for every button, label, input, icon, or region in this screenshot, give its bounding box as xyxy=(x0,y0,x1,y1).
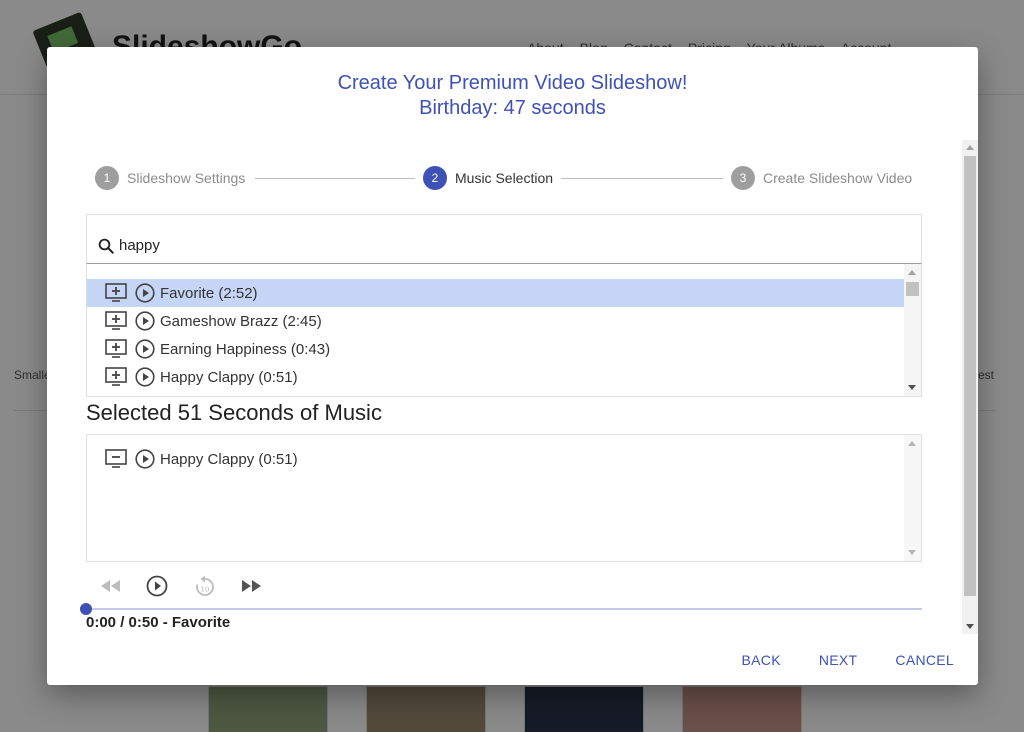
scrollbar-thumb[interactable] xyxy=(964,156,976,596)
step-connector xyxy=(561,178,723,179)
scroll-up-arrow-icon[interactable] xyxy=(908,441,916,446)
music-results-list: Favorite (2:52) Gameshow Brazz (2:45) Ea… xyxy=(86,264,922,397)
add-to-selection-icon[interactable] xyxy=(105,367,127,387)
play-preview-icon[interactable] xyxy=(135,367,155,387)
play-circle-icon xyxy=(146,575,168,597)
step-create-slideshow-video[interactable]: 3 Create Slideshow Video xyxy=(731,166,912,190)
rewind-button[interactable] xyxy=(99,574,123,598)
add-to-selection-icon[interactable] xyxy=(105,283,127,303)
play-preview-icon[interactable] xyxy=(135,311,155,331)
track-name: Happy Clappy (0:51) xyxy=(160,368,298,386)
step-label: Music Selection xyxy=(455,170,554,186)
dialog-actions: BACK NEXT CANCEL xyxy=(712,650,962,670)
list-item[interactable]: Happy Clappy (0:51) xyxy=(87,445,905,473)
list-item[interactable]: Favorite (2:52) xyxy=(87,279,905,307)
add-to-selection-icon[interactable] xyxy=(105,339,127,359)
play-preview-icon[interactable] xyxy=(135,283,155,303)
selected-list-scrollbar[interactable] xyxy=(904,435,921,561)
step-label: Create Slideshow Video xyxy=(763,170,913,186)
slideshow-dialog: Create Your Premium Video Slideshow! Bir… xyxy=(47,47,978,685)
back-button[interactable]: BACK xyxy=(734,650,789,670)
step-number: 2 xyxy=(423,166,447,190)
cancel-button[interactable]: CANCEL xyxy=(887,650,962,670)
replay-10-icon: 10 xyxy=(196,575,214,596)
step-label: Slideshow Settings xyxy=(127,170,246,186)
list-item[interactable]: Earning Happiness (0:43) xyxy=(87,335,905,363)
selected-music-list: Happy Clappy (0:51) xyxy=(86,434,922,562)
dialog-scrollbar[interactable] xyxy=(962,140,978,634)
dialog-title: Create Your Premium Video Slideshow! xyxy=(337,72,688,94)
dialog-subtitle: Birthday: 47 seconds xyxy=(419,97,606,119)
add-to-selection-icon[interactable] xyxy=(105,311,127,331)
music-search-box xyxy=(86,214,922,264)
play-preview-icon[interactable] xyxy=(135,339,155,359)
step-music-selection[interactable]: 2 Music Selection xyxy=(423,166,553,190)
music-search-input[interactable] xyxy=(119,237,899,254)
rewind-icon xyxy=(101,580,120,592)
list-item[interactable]: Happy Clappy (0:51) xyxy=(87,363,905,391)
remove-from-selection-icon[interactable] xyxy=(105,449,127,469)
scrollbar-thumb[interactable] xyxy=(906,282,919,296)
svg-text:10: 10 xyxy=(201,586,210,594)
fast-forward-button[interactable] xyxy=(239,574,263,598)
music-list-scrollbar[interactable] xyxy=(904,264,921,396)
playback-progress-track[interactable] xyxy=(86,608,922,610)
scroll-down-arrow-icon[interactable] xyxy=(908,385,916,390)
playback-time: 0:00 / 0:50 - Favorite xyxy=(86,614,231,631)
step-connector xyxy=(255,178,415,179)
play-preview-icon[interactable] xyxy=(135,449,155,469)
selected-music-heading: Selected 51 Seconds of Music xyxy=(86,400,382,425)
step-slideshow-settings[interactable]: 1 Slideshow Settings xyxy=(95,166,245,190)
search-icon xyxy=(98,238,114,254)
stepper: 1 Slideshow Settings 2 Music Selection 3… xyxy=(95,166,915,190)
track-name: Favorite (2:52) xyxy=(160,284,258,302)
play-button[interactable] xyxy=(145,574,169,598)
track-name: Earning Happiness (0:43) xyxy=(160,340,331,358)
scroll-down-arrow-icon[interactable] xyxy=(908,550,916,555)
scroll-up-arrow-icon[interactable] xyxy=(908,270,916,275)
step-number: 3 xyxy=(731,166,755,190)
next-button[interactable]: NEXT xyxy=(811,650,866,670)
scroll-up-arrow-icon[interactable] xyxy=(966,145,974,150)
track-name: Gameshow Brazz (2:45) xyxy=(160,312,322,330)
list-item[interactable]: Gameshow Brazz (2:45) xyxy=(87,307,905,335)
scroll-down-arrow-icon[interactable] xyxy=(966,624,974,629)
replay-10-button[interactable]: 10 xyxy=(193,574,217,598)
step-number: 1 xyxy=(95,166,119,190)
track-name: Happy Clappy (0:51) xyxy=(160,450,298,468)
fast-forward-icon xyxy=(242,580,261,592)
